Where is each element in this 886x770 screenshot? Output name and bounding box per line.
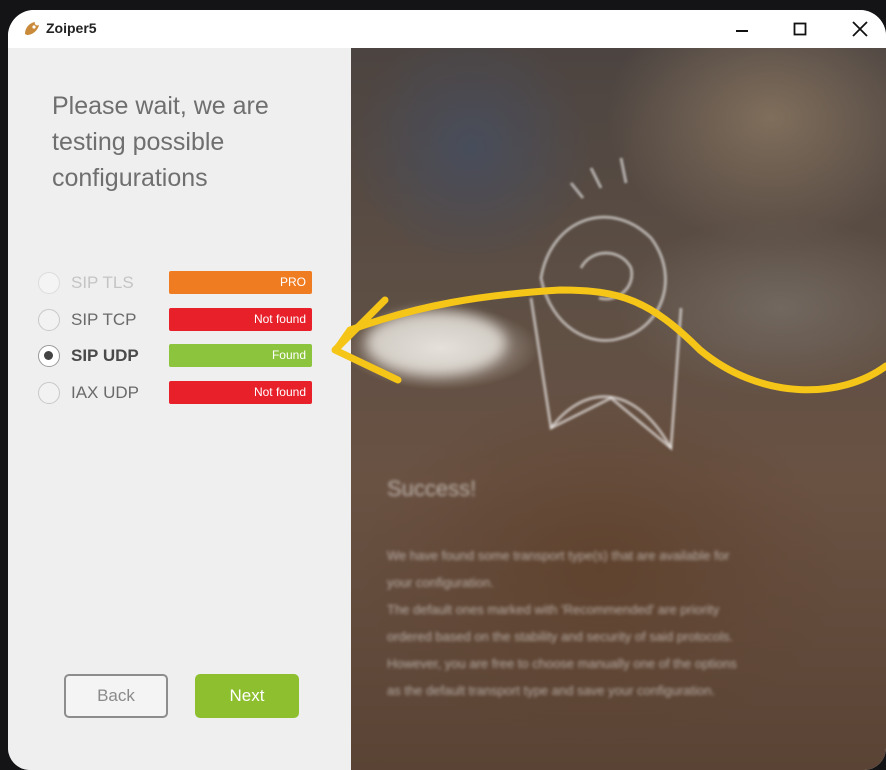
arrow-annotation-icon — [331, 286, 886, 394]
